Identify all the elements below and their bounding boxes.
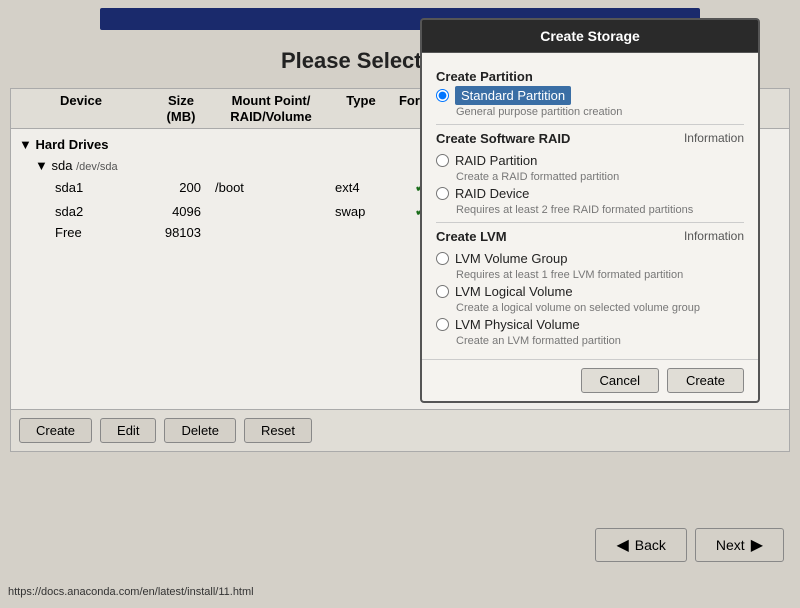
col-type-header: Type	[331, 93, 391, 124]
lvm-vg-label: LVM Volume Group	[455, 251, 567, 266]
delete-button[interactable]: Delete	[164, 418, 236, 443]
radio-lvm-volume-group[interactable]: LVM Volume Group	[436, 251, 744, 266]
radio-lvm-physical-volume[interactable]: LVM Physical Volume	[436, 317, 744, 332]
radio-lvm-pv-input[interactable]	[436, 318, 449, 331]
dialog-create-button[interactable]: Create	[667, 368, 744, 393]
dialog-body: Create Partition Standard Partition Gene…	[422, 53, 758, 359]
back-label: Back	[635, 537, 666, 553]
radio-standard-input[interactable]	[436, 89, 449, 102]
lvm-pv-desc: Create an LVM formatted partition	[456, 335, 744, 347]
lvm-vg-desc: Requires at least 1 free LVM formated pa…	[456, 269, 744, 281]
free-name: Free	[11, 225, 151, 240]
lvm-lv-label: LVM Logical Volume	[455, 284, 573, 299]
col-mount-header: Mount Point/ RAID/Volume	[211, 93, 331, 124]
free-size: 98103	[151, 225, 211, 240]
edit-button[interactable]: Edit	[100, 418, 156, 443]
radio-lvm-lv-input[interactable]	[436, 285, 449, 298]
sda1-type: ext4	[331, 180, 391, 195]
col-device-header: Device	[11, 93, 151, 124]
radio-raid-device[interactable]: RAID Device	[436, 186, 744, 201]
radio-raid-partition-input[interactable]	[436, 154, 449, 167]
sda2-size: 4096	[151, 204, 211, 219]
raid-partition-desc: Create a RAID formatted partition	[456, 171, 744, 183]
radio-standard-partition[interactable]: Standard Partition	[436, 88, 744, 103]
status-bar: https://docs.anaconda.com/en/latest/inst…	[0, 584, 800, 600]
sda1-name: sda1	[11, 180, 151, 195]
standard-partition-desc: General purpose partition creation	[456, 106, 744, 118]
sda1-mount: /boot	[211, 180, 331, 195]
standard-partition-selected: Standard Partition	[455, 86, 571, 105]
create-partition-heading: Create Partition	[436, 69, 744, 84]
raid-partition-label: RAID Partition	[455, 153, 537, 168]
back-button[interactable]: ◀ Back	[595, 528, 686, 562]
lvm-lv-desc: Create a logical volume on selected volu…	[456, 302, 744, 314]
sda2-name: sda2	[11, 204, 151, 219]
sda1-size: 200	[151, 180, 211, 195]
back-arrow-icon: ◀	[616, 535, 628, 555]
next-label: Next	[716, 537, 745, 553]
sda-label: ▼ sda /dev/sda	[11, 158, 151, 173]
radio-raid-partition[interactable]: RAID Partition	[436, 153, 744, 168]
dialog-cancel-button[interactable]: Cancel	[581, 368, 659, 393]
radio-standard-label: Standard Partition	[455, 88, 571, 103]
bottom-nav: ◀ Back Next ▶	[0, 518, 800, 572]
raid-device-label: RAID Device	[455, 186, 529, 201]
radio-lvm-logical-volume[interactable]: LVM Logical Volume	[436, 284, 744, 299]
next-button[interactable]: Next ▶	[695, 528, 784, 562]
device-toolbar: Create Edit Delete Reset	[11, 409, 789, 451]
raid-device-desc: Requires at least 2 free RAID formated p…	[456, 204, 744, 216]
status-url: https://docs.anaconda.com/en/latest/inst…	[8, 586, 254, 598]
sda2-type: swap	[331, 204, 391, 219]
dialog-title: Create Storage	[422, 20, 758, 53]
sda-path: /dev/sda	[76, 161, 118, 173]
create-button[interactable]: Create	[19, 418, 92, 443]
col-size-header: Size (MB)	[151, 93, 211, 124]
group-label-hard-drives: ▼ Hard Drives	[11, 135, 151, 154]
dialog-footer: Cancel Create	[422, 359, 758, 401]
lvm-pv-label: LVM Physical Volume	[455, 317, 580, 332]
reset-button[interactable]: Reset	[244, 418, 312, 443]
radio-raid-device-input[interactable]	[436, 187, 449, 200]
create-storage-dialog: Create Storage Create Partition Standard…	[420, 18, 760, 403]
radio-lvm-vg-input[interactable]	[436, 252, 449, 265]
lvm-info: Information	[684, 229, 744, 243]
next-arrow-icon: ▶	[751, 535, 763, 555]
raid-info: Information	[684, 131, 744, 145]
